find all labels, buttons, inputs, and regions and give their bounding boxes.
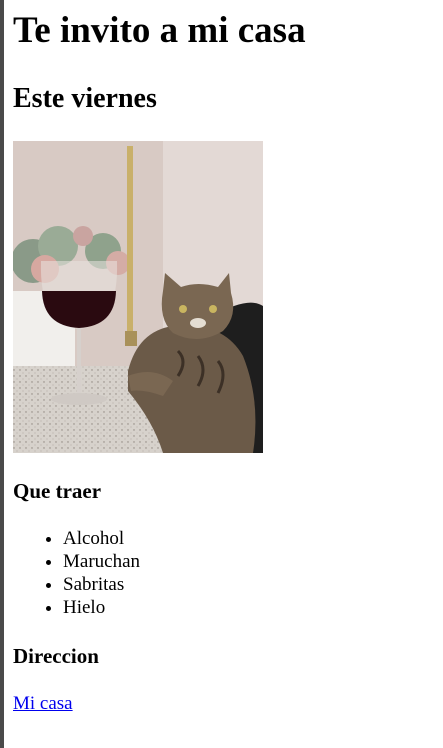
bring-heading: Que traer bbox=[13, 479, 102, 503]
address-link[interactable]: Mi casa bbox=[13, 692, 73, 716]
list-item: Alcohol bbox=[63, 527, 140, 550]
page-subtitle: Este viernes bbox=[13, 83, 157, 114]
address-heading: Direccion bbox=[13, 644, 99, 668]
cat-wine-photo bbox=[13, 141, 263, 453]
page-title: Te invito a mi casa bbox=[13, 10, 306, 51]
list-item: Hielo bbox=[63, 596, 140, 619]
list-item: Sabritas bbox=[63, 573, 140, 596]
window-left-border bbox=[0, 0, 4, 748]
list-item: Maruchan bbox=[63, 550, 140, 573]
bring-list: Alcohol Maruchan Sabritas Hielo bbox=[13, 527, 140, 619]
